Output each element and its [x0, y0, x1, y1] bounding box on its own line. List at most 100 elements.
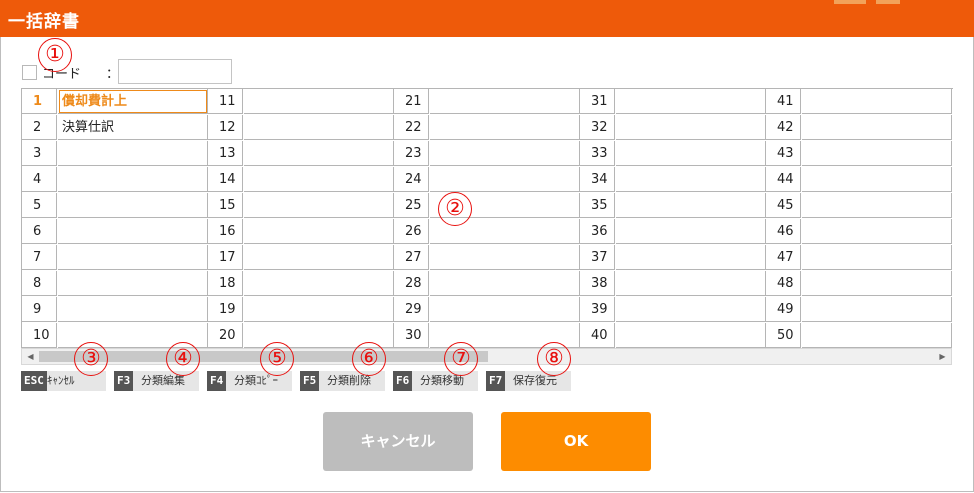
grid-row-number: 18	[208, 271, 243, 296]
grid-row-number: 34	[580, 167, 615, 192]
grid-name-cell[interactable]	[616, 297, 766, 322]
code-input[interactable]	[118, 59, 232, 84]
grid-name-cell[interactable]	[802, 297, 952, 322]
grid-row-number: 28	[394, 271, 429, 296]
grid-row-number: 9	[22, 297, 57, 322]
callout-marker-3: ③	[74, 342, 108, 376]
grid-row-number: 39	[580, 297, 615, 322]
grid-name-cell[interactable]	[616, 141, 766, 166]
grid-name-cell[interactable]	[244, 297, 394, 322]
grid-name-cell[interactable]	[616, 219, 766, 244]
grid-name-cell[interactable]	[58, 245, 208, 270]
grid-row-number: 49	[766, 297, 801, 322]
grid-name-cell[interactable]	[244, 89, 394, 114]
grid-name-cell[interactable]	[430, 141, 580, 166]
grid-name-cell[interactable]	[244, 167, 394, 192]
grid-name-cell[interactable]	[244, 115, 394, 140]
grid-row-number: 44	[766, 167, 801, 192]
grid-name-cell[interactable]	[802, 219, 952, 244]
grid-name-cell[interactable]	[616, 193, 766, 218]
grid-row-number: 22	[394, 115, 429, 140]
grid-name-cell[interactable]	[616, 115, 766, 140]
grid-name-cell[interactable]	[58, 193, 208, 218]
f5-key-cap: F5	[300, 371, 320, 391]
grid-row-number: 19	[208, 297, 243, 322]
grid-name-cell[interactable]	[430, 297, 580, 322]
scroll-left-icon[interactable]: ◀	[23, 349, 38, 364]
grid-name-cell[interactable]	[430, 115, 580, 140]
horizontal-scrollbar[interactable]: ◀ ▶	[21, 348, 952, 365]
grid-name-cell[interactable]: 決算仕訳	[58, 115, 208, 140]
grid-name-cell[interactable]	[58, 167, 208, 192]
callout-marker-8: ⑧	[537, 342, 571, 376]
grid-name-cell[interactable]	[58, 141, 208, 166]
grid-row-number: 1	[22, 89, 57, 114]
grid-row-number: 47	[766, 245, 801, 270]
grid-name-cell[interactable]	[430, 271, 580, 296]
grid-row-number: 8	[22, 271, 57, 296]
grid-name-cell[interactable]	[58, 271, 208, 296]
grid-row-number: 33	[580, 141, 615, 166]
grid-row-number: 27	[394, 245, 429, 270]
f6-key-cap: F6	[393, 371, 413, 391]
grid-row-number: 20	[208, 323, 243, 348]
grid-name-cell[interactable]	[802, 271, 952, 296]
grid-name-cell[interactable]	[58, 297, 208, 322]
grid-row-number: 48	[766, 271, 801, 296]
grid-row-number: 16	[208, 219, 243, 244]
grid-row-number: 23	[394, 141, 429, 166]
esc-key-label: ｷｬﾝｾﾙ	[47, 374, 75, 387]
ok-button[interactable]: OK	[501, 412, 651, 471]
callout-marker-5: ⑤	[260, 342, 294, 376]
grid-row-number: 41	[766, 89, 801, 114]
cancel-button[interactable]: キャンセル	[323, 412, 473, 471]
grid-row-number: 21	[394, 89, 429, 114]
grid-name-cell[interactable]	[802, 115, 952, 140]
esc-key-cap: ESC	[21, 371, 47, 391]
grid-name-cell[interactable]	[802, 193, 952, 218]
grid-name-cell[interactable]	[430, 245, 580, 270]
grid-row-number: 36	[580, 219, 615, 244]
title-bar-tab	[876, 0, 900, 4]
grid-name-cell[interactable]	[802, 167, 952, 192]
grid-row-number: 25	[394, 193, 429, 218]
grid-name-cell[interactable]	[802, 323, 952, 348]
grid-name-cell[interactable]	[58, 219, 208, 244]
grid-name-cell[interactable]	[430, 89, 580, 114]
grid-row-number: 24	[394, 167, 429, 192]
grid-row-number: 5	[22, 193, 57, 218]
grid-row-number: 35	[580, 193, 615, 218]
grid-name-cell[interactable]	[244, 271, 394, 296]
grid-row-number: 43	[766, 141, 801, 166]
grid-name-cell[interactable]	[244, 245, 394, 270]
grid-name-cell[interactable]	[802, 141, 952, 166]
f4-key-cap: F4	[207, 371, 227, 391]
grid-name-cell[interactable]	[244, 219, 394, 244]
grid-row-number: 11	[208, 89, 243, 114]
grid-name-cell[interactable]: 償却費計上	[58, 89, 208, 114]
grid-name-cell[interactable]	[616, 89, 766, 114]
grid-row-number: 29	[394, 297, 429, 322]
code-checkbox[interactable]	[22, 65, 37, 80]
grid-row-number: 37	[580, 245, 615, 270]
grid-row-number: 26	[394, 219, 429, 244]
grid-row-number: 50	[766, 323, 801, 348]
grid-name-cell[interactable]	[616, 167, 766, 192]
scroll-right-icon[interactable]: ▶	[935, 349, 950, 364]
title-bar-tab	[834, 0, 866, 4]
grid-row-number: 42	[766, 115, 801, 140]
grid-name-cell[interactable]	[244, 193, 394, 218]
grid-name-cell[interactable]	[430, 167, 580, 192]
grid-name-cell[interactable]	[616, 245, 766, 270]
grid-row-number: 46	[766, 219, 801, 244]
callout-marker-2: ②	[438, 192, 472, 226]
callout-marker-6: ⑥	[352, 342, 386, 376]
f3-key-cap: F3	[114, 371, 134, 391]
grid-name-cell[interactable]	[616, 271, 766, 296]
grid-row-number: 10	[22, 323, 57, 348]
grid-name-cell[interactable]	[802, 245, 952, 270]
callout-marker-4: ④	[166, 342, 200, 376]
grid-name-cell[interactable]	[244, 141, 394, 166]
grid-name-cell[interactable]	[616, 323, 766, 348]
grid-name-cell[interactable]	[802, 89, 952, 114]
